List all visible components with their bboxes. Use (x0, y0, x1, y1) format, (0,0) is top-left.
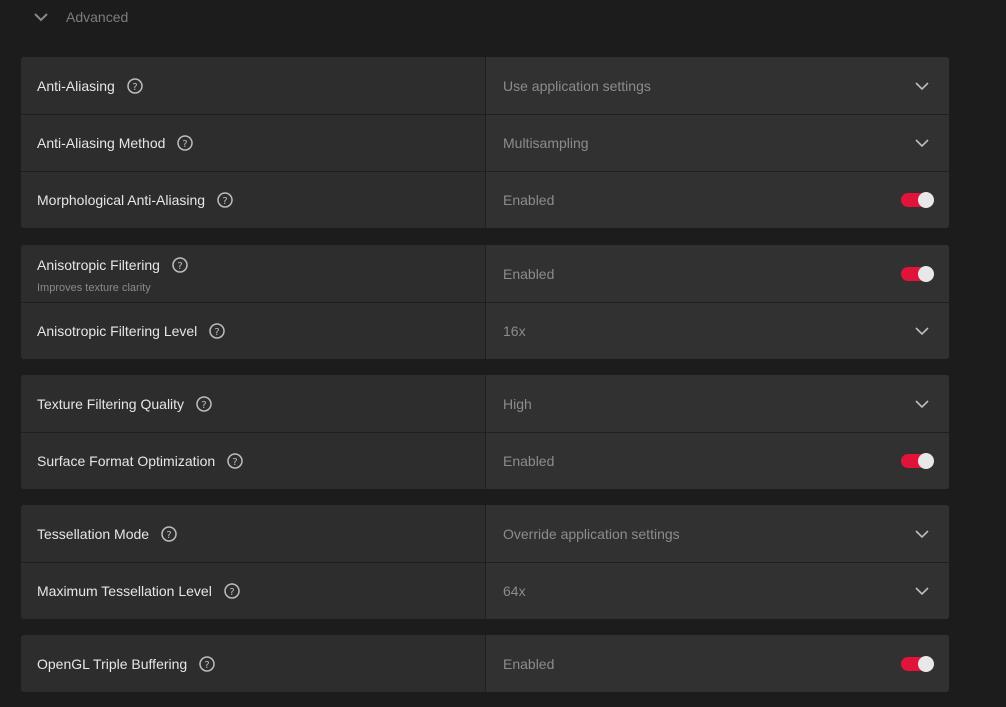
toggle-knob (918, 192, 934, 208)
svg-text:?: ? (183, 139, 188, 150)
setting-row-opengl-triple-buffering: OpenGL Triple Buffering ? Enabled (21, 635, 949, 692)
chevron-down-icon (915, 529, 929, 538)
svg-text:?: ? (233, 457, 238, 468)
chevron-down-icon (915, 327, 929, 336)
setting-row-morphological-anti-aliasing: Morphological Anti-Aliasing ? Enabled (21, 171, 949, 228)
dropdown-value: Override application settings (503, 525, 680, 542)
toggle-status: Enabled (503, 453, 555, 469)
help-icon[interactable]: ? (199, 655, 215, 672)
help-icon[interactable]: ? (127, 77, 143, 94)
help-icon[interactable]: ? (177, 135, 194, 151)
svg-text:?: ? (177, 261, 182, 272)
settings-group-opengl: OpenGL Triple Buffering ? Enabled (21, 635, 949, 692)
chevron-down-icon (915, 399, 929, 408)
settings-group-texture: Texture Filtering Quality ? High Surface… (21, 375, 949, 489)
setting-label: Surface Format Optimization (37, 453, 216, 469)
settings-group-antialiasing: Anti-Aliasing ? Use application settings… (21, 57, 949, 228)
setting-row-anisotropic-filtering: Anisotropic Filtering ? Improves texture… (21, 245, 949, 302)
anti-aliasing-method-dropdown[interactable]: Multisampling (486, 115, 949, 171)
anti-aliasing-dropdown[interactable]: Use application settings (486, 57, 949, 114)
anisotropic-filtering-toggle[interactable] (901, 265, 934, 282)
toggle-knob (918, 265, 934, 282)
setting-label: Morphological Anti-Aliasing (37, 192, 206, 208)
setting-row-anti-aliasing-method: Anti-Aliasing Method ? Multisampling (21, 114, 949, 171)
dropdown-value: Multisampling (503, 135, 589, 151)
setting-label: Anti-Aliasing (37, 77, 115, 94)
setting-row-maximum-tessellation-level: Maximum Tessellation Level ? 64x (21, 562, 949, 619)
chevron-down-icon (915, 81, 929, 90)
toggle-knob (918, 453, 934, 469)
help-icon[interactable]: ? (172, 257, 188, 273)
morphological-anti-aliasing-toggle[interactable] (901, 192, 934, 208)
setting-label: Tessellation Mode (37, 525, 150, 542)
setting-label: Maximum Tessellation Level (37, 583, 212, 599)
setting-label: Anisotropic Filtering Level (37, 323, 198, 339)
settings-group-tessellation: Tessellation Mode ? Override application… (21, 505, 949, 619)
setting-label: OpenGL Triple Buffering (37, 655, 188, 672)
chevron-down-icon (915, 139, 929, 148)
svg-text:?: ? (215, 327, 220, 338)
chevron-down-icon (915, 587, 929, 596)
advanced-section-header[interactable]: Advanced (0, 0, 1006, 36)
svg-text:?: ? (132, 82, 137, 93)
maximum-tessellation-level-dropdown[interactable]: 64x (486, 563, 949, 619)
setting-label: Anti-Aliasing Method (37, 135, 166, 151)
setting-row-anti-aliasing: Anti-Aliasing ? Use application settings (21, 57, 949, 114)
help-icon[interactable]: ? (161, 525, 177, 542)
help-icon[interactable]: ? (196, 395, 212, 412)
setting-row-texture-filtering-quality: Texture Filtering Quality ? High (21, 375, 949, 432)
dropdown-value: Use application settings (503, 77, 651, 94)
surface-format-optimization-toggle[interactable] (901, 453, 934, 469)
settings-group-anisotropic: Anisotropic Filtering ? Improves texture… (21, 245, 949, 359)
help-icon[interactable]: ? (217, 192, 233, 208)
setting-label: Anisotropic Filtering (37, 257, 160, 273)
toggle-status: Enabled (503, 192, 555, 208)
tessellation-mode-dropdown[interactable]: Override application settings (486, 505, 949, 562)
anisotropic-filtering-level-dropdown[interactable]: 16x (486, 303, 949, 359)
opengl-triple-buffering-toggle[interactable] (901, 655, 934, 672)
setting-row-surface-format-optimization: Surface Format Optimization ? Enabled (21, 432, 949, 489)
svg-text:?: ? (222, 196, 227, 207)
chevron-down-icon[interactable] (32, 10, 50, 24)
toggle-knob (918, 655, 934, 672)
dropdown-value: High (503, 395, 532, 412)
setting-label: Texture Filtering Quality (37, 395, 185, 412)
svg-text:?: ? (201, 400, 206, 411)
help-icon[interactable]: ? (209, 323, 226, 339)
texture-filtering-quality-dropdown[interactable]: High (486, 375, 949, 432)
svg-text:?: ? (229, 587, 234, 598)
dropdown-value: 64x (503, 583, 526, 599)
section-title: Advanced (66, 9, 129, 25)
help-icon[interactable]: ? (224, 583, 240, 599)
setting-row-tessellation-mode: Tessellation Mode ? Override application… (21, 505, 949, 562)
toggle-status: Enabled (503, 655, 555, 672)
setting-description: Improves texture clarity (37, 282, 151, 294)
dropdown-value: 16x (503, 323, 526, 339)
svg-text:?: ? (205, 660, 210, 671)
toggle-status: Enabled (503, 265, 555, 282)
svg-text:?: ? (166, 530, 171, 541)
help-icon[interactable]: ? (227, 453, 243, 469)
setting-row-anisotropic-filtering-level: Anisotropic Filtering Level ? 16x (21, 302, 949, 359)
